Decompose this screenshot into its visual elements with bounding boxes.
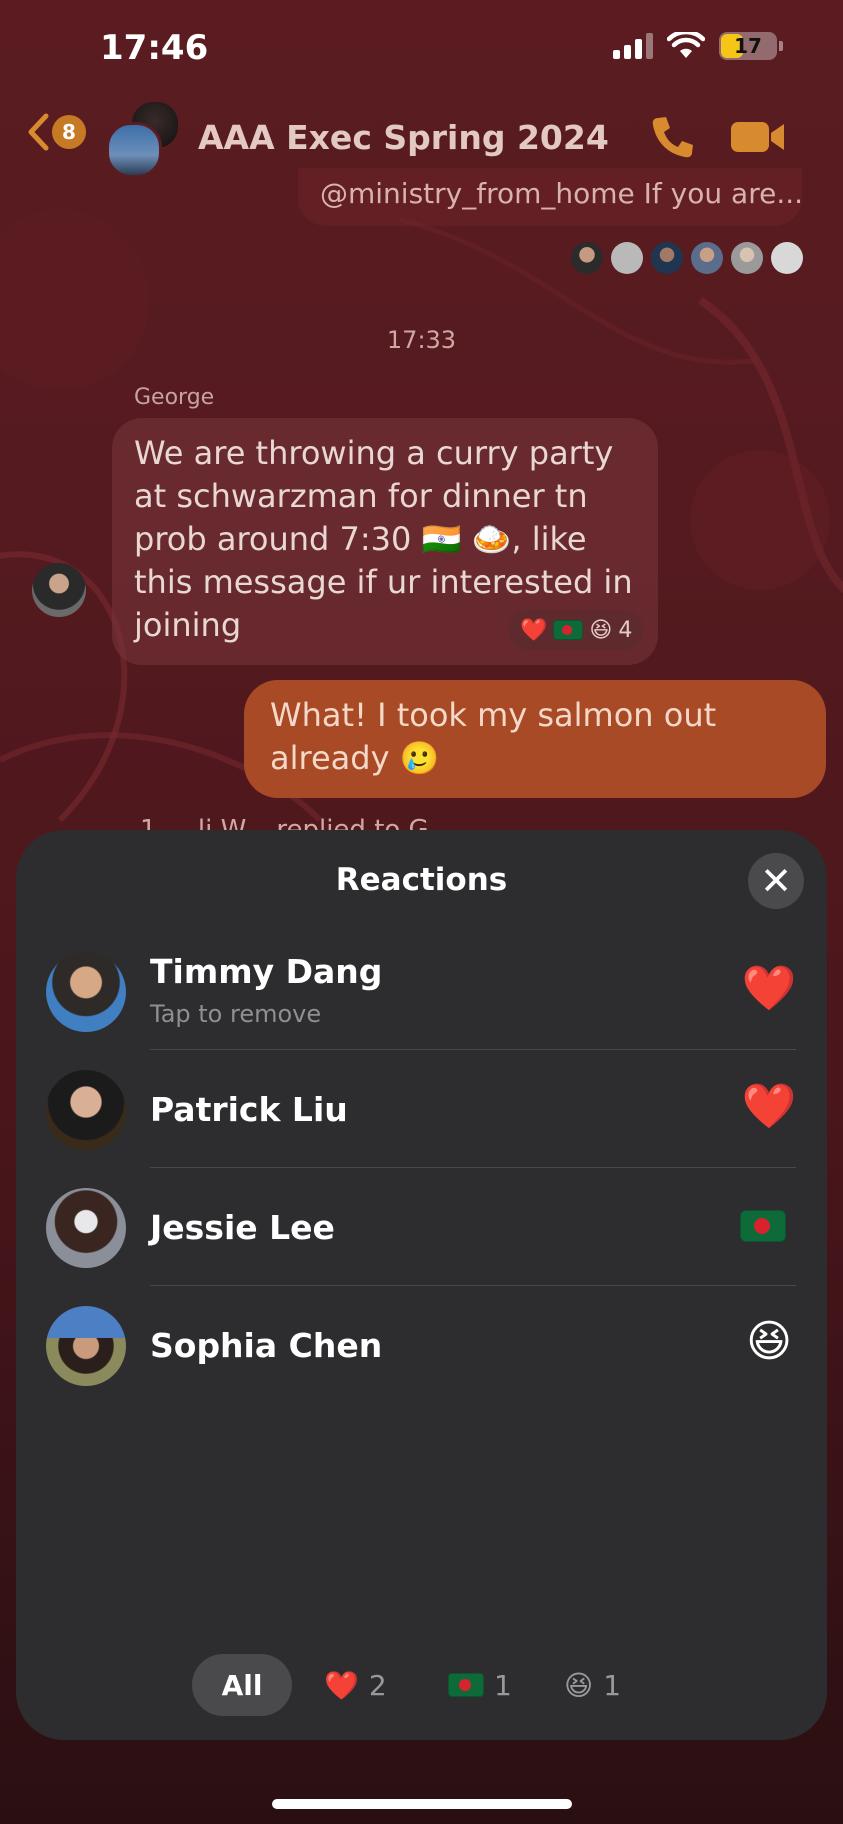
phone-icon[interactable] [648,112,698,162]
reactor-avatar[interactable] [46,1306,126,1386]
group-avatar[interactable] [106,122,162,178]
status-indicators: 17 [613,32,783,60]
bangladesh-flag-icon [553,620,584,640]
message-timestamp: 17:33 [386,326,457,354]
heart-reaction: ❤️ [520,617,548,643]
reactor-name[interactable]: Jessie Lee [150,1208,335,1247]
message-reactions-summary[interactable]: ❤️ 😆 4 [508,610,645,650]
reader-avatar [731,242,763,274]
battery-level: 17 [734,34,762,58]
status-time: 17:46 [100,28,209,68]
chat-title[interactable]: AAA Exec Spring 2024 [198,118,609,157]
heart-reaction: ❤️ [741,1081,797,1132]
bangladesh-flag-icon [740,1210,786,1242]
video-camera-icon[interactable] [730,118,786,156]
sheet-title: Reactions [335,862,508,898]
sender-avatar[interactable] [32,563,86,617]
laugh-emoji: 😆 [564,1668,594,1702]
chevron-left-icon [28,113,49,151]
close-icon: ✕ [760,859,792,903]
reader-avatar [771,242,803,274]
reader-avatar [611,242,643,274]
filter-tab-heart[interactable]: ❤️ 2 [324,1654,387,1716]
close-button[interactable]: ✕ [748,853,804,909]
reactor-avatar[interactable] [46,952,126,1032]
cellular-signal-icon [613,33,653,59]
heart-reaction: ❤️ [741,963,797,1014]
read-receipts [571,242,803,274]
laugh-count: 1 [603,1668,622,1702]
back-button[interactable]: 8 [26,112,86,152]
laugh-reaction: 😆 [589,617,613,643]
filter-tab-all[interactable]: All [192,1654,292,1716]
reactor-avatar[interactable] [46,1070,126,1150]
reactor-name[interactable]: Timmy Dang [150,952,382,991]
laugh-reaction: 😆 [746,1316,792,1367]
flag-count: 1 [494,1668,512,1702]
row-divider [150,1049,796,1050]
filter-tab-laugh[interactable]: 😆 1 [564,1654,621,1716]
heart-count: 2 [368,1668,387,1702]
reader-avatar [571,242,603,274]
filter-tab-flag[interactable]: 1 [448,1654,512,1716]
reactor-avatar[interactable] [46,1188,126,1268]
reader-avatar [691,242,723,274]
outgoing-message-bubble[interactable]: What! I took my salmon out already 🥲 [244,680,826,798]
reactor-name[interactable]: Patrick Liu [150,1090,348,1129]
tap-to-remove-hint[interactable]: Tap to remove [150,1000,321,1028]
row-divider [150,1167,796,1168]
reactor-name[interactable]: Sophia Chen [150,1326,382,1365]
sender-name: George [134,385,215,410]
battery-icon: 17 [719,32,783,60]
previous-message[interactable]: @ministry_from_home If you are... [298,168,802,226]
bangladesh-flag-icon [448,1673,484,1697]
row-divider [150,1285,796,1286]
heart-emoji: ❤️ [324,1668,359,1702]
home-indicator[interactable] [272,1799,572,1809]
unread-count-badge: 8 [52,115,86,149]
wifi-icon [667,32,705,58]
reaction-count: 4 [618,617,633,643]
reader-avatar [651,242,683,274]
